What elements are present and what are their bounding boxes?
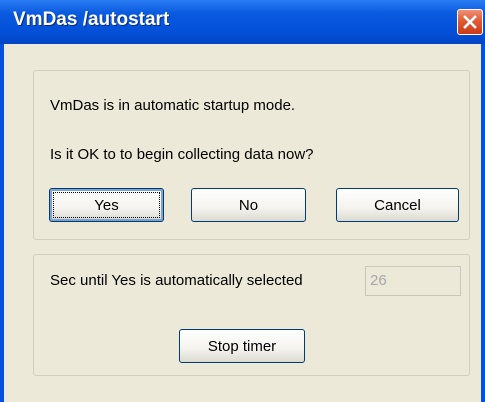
- title-bar[interactable]: VmDas /autostart: [0, 0, 485, 44]
- confirm-question-text: Is it OK to to begin collecting data now…: [50, 146, 314, 163]
- cancel-button[interactable]: Cancel: [336, 188, 459, 222]
- stop-timer-button[interactable]: Stop timer: [179, 329, 305, 363]
- dialog-window: VmDas /autostart VmDas is in automatic s…: [0, 0, 485, 402]
- close-icon: [463, 15, 477, 29]
- yes-button[interactable]: Yes: [49, 188, 164, 222]
- window-title: VmDas /autostart: [13, 9, 170, 30]
- close-button[interactable]: [457, 9, 483, 35]
- timer-label: Sec until Yes is automatically selected: [50, 272, 303, 289]
- no-button[interactable]: No: [191, 188, 306, 222]
- window-frame-right: [481, 44, 485, 402]
- startup-mode-text: VmDas is in automatic startup mode.: [50, 97, 296, 114]
- seconds-remaining-field: 26: [365, 266, 461, 296]
